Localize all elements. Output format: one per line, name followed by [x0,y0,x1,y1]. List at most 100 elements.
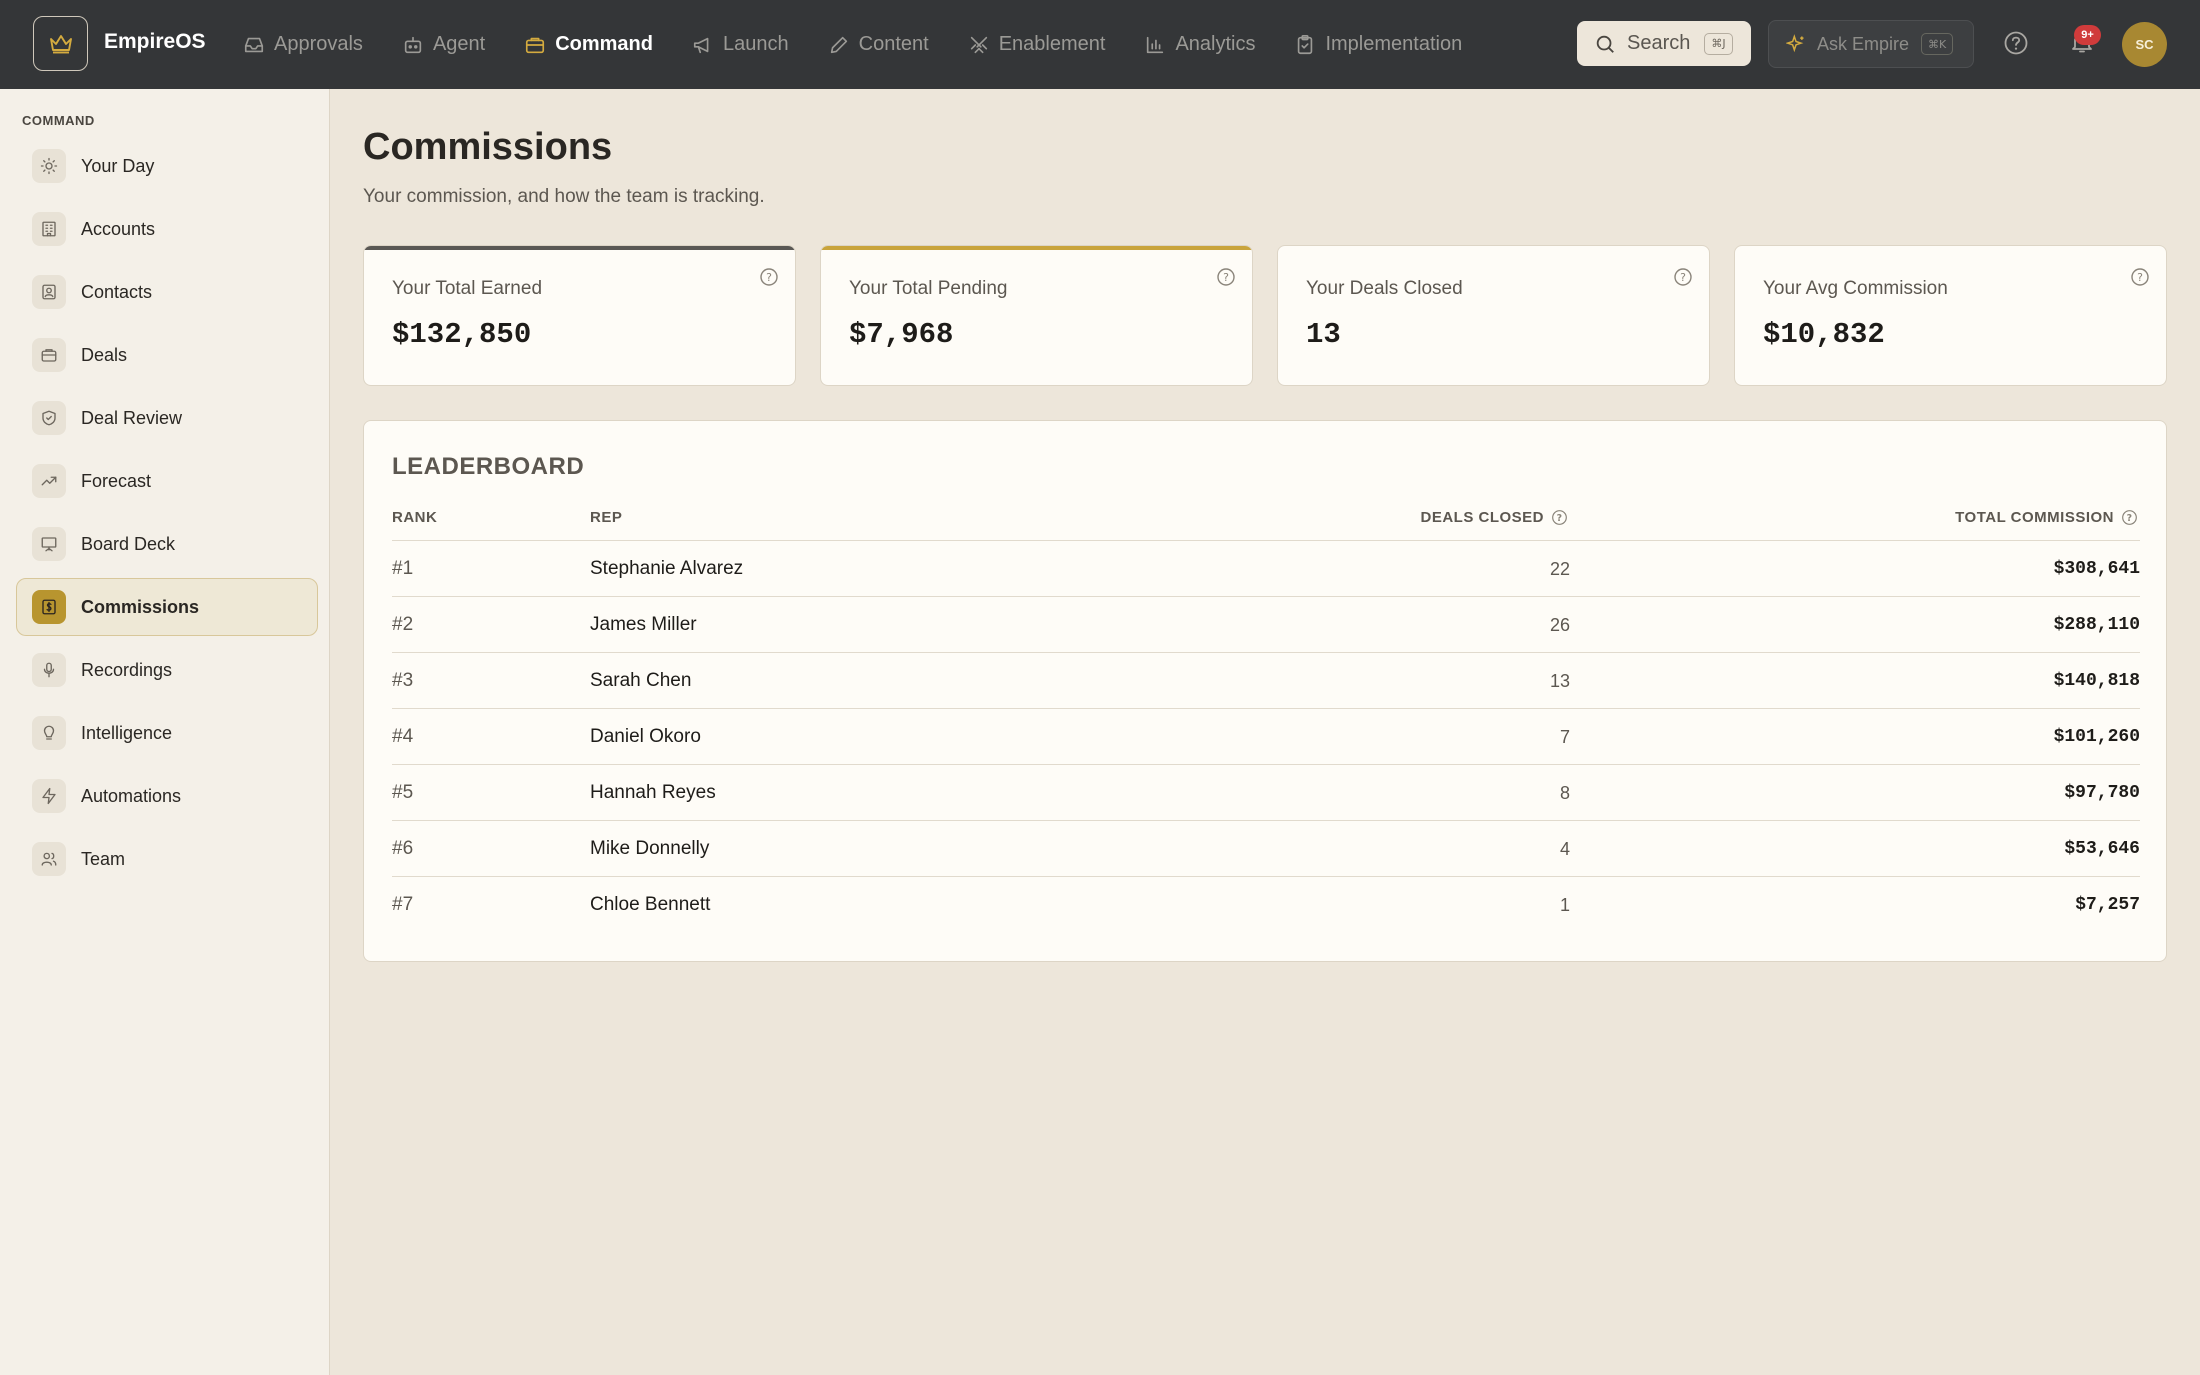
inbox-icon [244,37,264,52]
pencil-icon [830,36,847,53]
sidebar-item-label: Your Day [81,155,155,176]
svg-text:?: ? [2137,271,2143,284]
microphone-icon [32,653,66,687]
sidebar-item-label: Deal Review [81,407,183,428]
bot-icon [404,36,422,53]
rep-cell: Mike Donnelly [590,838,710,859]
sidebar-item-label: Board Deck [81,533,176,554]
table-row[interactable]: #7 Chloe Bennett 1 $7,257 [392,876,2140,932]
svg-text:?: ? [2127,513,2133,524]
leaderboard-card: LEADERBOARD RANK REP DEALS CLOSED ? TOTA… [363,420,2167,962]
nav-label: Agent [432,33,486,55]
svg-text:?: ? [1557,513,1563,524]
notification-badge: 9+ [2074,25,2101,45]
contact-card-icon [32,275,66,309]
dollar-receipt-icon [32,590,66,624]
nav-analytics[interactable]: Analytics [1144,0,1255,89]
clipboard-check-icon [1298,34,1313,54]
deals-cell: 22 [1549,559,1570,579]
column-header-rank: RANK [392,509,437,526]
nav-agent[interactable]: Agent [402,0,485,89]
sidebar-item-your-day[interactable]: Your Day [16,137,318,195]
avatar[interactable]: SC [2122,22,2167,67]
rep-cell: Sarah Chen [590,670,692,691]
search-icon [1596,35,1614,53]
table-row[interactable]: #6 Mike Donnelly 4 $53,646 [392,820,2140,876]
question-circle-icon[interactable]: ? [2130,267,2150,287]
users-icon [32,842,66,876]
sidebar-item-recordings[interactable]: Recordings [16,641,318,699]
table-row[interactable]: #3 Sarah Chen 13 $140,818 [392,652,2140,708]
sidebar-item-deal-review[interactable]: Deal Review [16,389,318,447]
search-button[interactable]: Search ⌘J [1577,21,1751,66]
kpi-card-deals-closed: Your Deals Closed 13 ? [1277,245,1710,386]
sidebar-item-intelligence[interactable]: Intelligence [16,704,318,762]
nav-implementation[interactable]: Implementation [1294,0,1462,89]
rep-cell: Hannah Reyes [590,782,716,803]
page-title: Commissions [363,126,613,168]
column-header-label: REP [590,509,623,526]
kpi-value: 13 [1306,318,1341,351]
crown-logo-icon[interactable] [33,16,88,71]
svg-text:?: ? [766,271,772,284]
sidebar-item-board-deck[interactable]: Board Deck [16,515,318,573]
sidebar-item-team[interactable]: Team [16,830,318,888]
column-header-total-commission: TOTAL COMMISSION ? [1955,509,2138,526]
table-row[interactable]: #4 Daniel Okoro 7 $101,260 [392,708,2140,764]
swords-icon [970,36,987,53]
commission-cell: $7,257 [2075,895,2140,915]
sidebar-item-automations[interactable]: Automations [16,767,318,825]
nav-content[interactable]: Content [828,0,929,89]
sidebar-item-label: Forecast [81,470,152,491]
rank-cell: #4 [392,726,414,747]
trending-up-icon [32,464,66,498]
sidebar-item-label: Contacts [81,281,153,302]
sidebar-item-deals[interactable]: Deals [16,326,318,384]
column-header-label: RANK [392,509,438,526]
nav-command[interactable]: Command [524,0,653,89]
sidebar: COMMAND Your Day Accounts Contacts Deals… [0,89,330,1375]
deals-cell: 26 [1549,615,1570,635]
help-icon[interactable] [2002,29,2030,57]
bar-chart-icon [1147,36,1164,53]
sidebar-item-commissions[interactable]: Commissions [16,578,318,636]
sparkles-icon [1786,34,1804,53]
question-circle-icon[interactable]: ? [1551,509,1568,526]
question-circle-icon[interactable]: ? [2121,509,2138,526]
ask-empire-shortcut: ⌘K [1921,33,1954,55]
nav-label: Analytics [1175,33,1256,55]
rank-cell: #7 [392,894,414,915]
nav-label: Content [858,33,929,55]
deals-cell: 7 [1559,727,1570,747]
nav-label: Command [555,33,653,55]
question-circle-icon[interactable]: ? [759,267,779,287]
kpi-value: $132,850 [392,318,532,351]
rep-cell: James Miller [590,614,697,635]
commission-cell: $101,260 [2053,727,2140,747]
kpi-accent-bar [364,246,795,250]
nav-enablement[interactable]: Enablement [968,0,1105,89]
kpi-value: $7,968 [849,318,954,351]
nav-launch[interactable]: Launch [692,0,789,89]
deals-cell: 1 [1559,895,1570,915]
main-nav: Approvals Agent Command Launch Content E… [243,0,1501,89]
kpi-accent-bar [821,246,1252,250]
nav-approvals[interactable]: Approvals [243,0,363,89]
table-row[interactable]: #5 Hannah Reyes 8 $97,780 [392,764,2140,820]
sidebar-item-label: Team [81,848,126,869]
column-header-deals-closed: DEALS CLOSED ? [1420,509,1568,526]
question-circle-icon[interactable]: ? [1216,267,1236,287]
sidebar-item-accounts[interactable]: Accounts [16,200,318,258]
table-row[interactable]: #1 Stephanie Alvarez 22 $308,641 [392,540,2140,596]
deals-cell: 13 [1549,671,1570,691]
search-label: Search [1627,32,1691,54]
table-row[interactable]: #2 James Miller 26 $288,110 [392,596,2140,652]
commission-cell: $308,641 [2053,559,2140,579]
question-circle-icon[interactable]: ? [1673,267,1693,287]
page-subtitle: Your commission, and how the team is tra… [363,186,765,207]
sidebar-item-contacts[interactable]: Contacts [16,263,318,321]
nav-label: Implementation [1325,33,1463,55]
briefcase-icon [526,37,545,53]
ask-empire-button[interactable]: Ask Empire ⌘K [1768,20,1974,68]
sidebar-item-forecast[interactable]: Forecast [16,452,318,510]
